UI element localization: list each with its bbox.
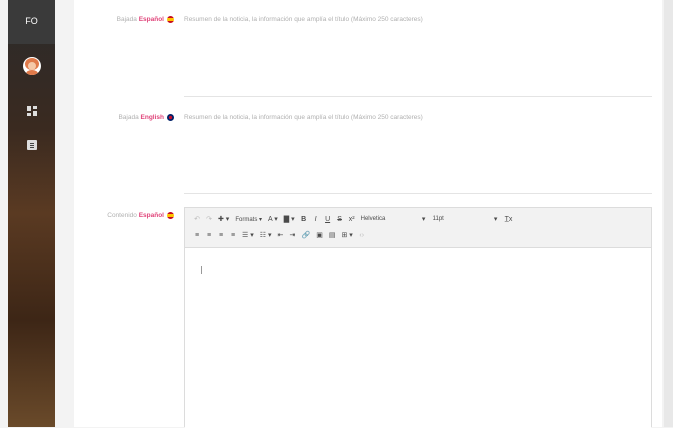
font-family-caret-icon[interactable]: ▾ [418,212,430,226]
form-panel: Bajada Español Resumen de la noticia, la… [74,0,662,428]
insert-button[interactable]: ✚ ▾ [215,212,232,226]
undo-button[interactable]: ↶ [191,212,203,226]
media-icon[interactable]: ▤ [326,228,339,242]
page-scrollbar[interactable] [664,0,673,427]
outdent-button[interactable]: ⇤ [274,228,286,242]
source-code-button[interactable]: ‹› [356,228,368,242]
sidebar: FO [8,0,55,427]
toolbar-row-2: ≡ ≡ ≡ ≡ ☰ ▾ ☷ ▾ ⇤ ⇥ 🔗 ▣ ▤ ⊞ ▾ ‹› [185,226,651,244]
document-icon[interactable] [27,140,37,150]
numbered-list-button[interactable]: ☷ ▾ [257,228,275,242]
field-label-bajada-es: Bajada Español [74,16,174,23]
redo-button[interactable]: ↷ [203,212,215,226]
text-color-button[interactable]: A ▾ [265,212,281,226]
link-icon[interactable]: 🔗 [298,228,313,242]
italic-button[interactable]: I [310,212,322,226]
bajada-en-textarea[interactable]: Resumen de la noticia, la información qu… [184,114,652,194]
font-size-caret-icon[interactable]: ▾ [490,212,502,226]
background-color-button[interactable]: ▇ ▾ [281,212,298,226]
field-label-bajada-en: Bajada English [74,114,174,121]
bajada-es-textarea[interactable]: Resumen de la noticia, la información qu… [184,16,652,97]
toolbar-row-1: ↶ ↷ ✚ ▾ Formats ▾ A ▾ ▇ ▾ B I U S x² Hel… [185,208,651,226]
spain-flag-icon [167,212,174,219]
bold-button[interactable]: B [298,212,310,226]
table-button[interactable]: ⊞ ▾ [338,228,355,242]
user-avatar[interactable] [23,57,41,75]
image-icon[interactable]: ▣ [313,228,326,242]
align-justify-button[interactable]: ≡ [227,228,239,242]
text-cursor [201,266,202,274]
align-right-button[interactable]: ≡ [215,228,227,242]
underline-button[interactable]: U [322,212,334,226]
field-label-contenido-es: Contenido Español [74,212,174,219]
dashboard-icon[interactable] [27,106,37,116]
user-initials[interactable]: FO [8,16,55,26]
editor-toolbar: ↶ ↷ ✚ ▾ Formats ▾ A ▾ ▇ ▾ B I U S x² Hel… [185,208,651,248]
rich-text-editor: ↶ ↷ ✚ ▾ Formats ▾ A ▾ ▇ ▾ B I U S x² Hel… [184,207,652,428]
font-size-select[interactable]: 11pt [430,212,490,226]
indent-button[interactable]: ⇥ [286,228,298,242]
align-left-button[interactable]: ≡ [191,228,203,242]
font-family-select[interactable]: Helvetica [358,212,418,226]
align-center-button[interactable]: ≡ [203,228,215,242]
superscript-button[interactable]: x² [346,212,358,226]
uk-flag-icon [167,114,174,121]
formats-dropdown[interactable]: Formats ▾ [232,212,265,226]
bullet-list-button[interactable]: ☰ ▾ [239,228,257,242]
strikethrough-button[interactable]: S [334,212,346,226]
clear-formatting-button[interactable]: T̲x [502,212,516,226]
editor-content-area[interactable] [185,248,651,428]
spain-flag-icon [167,16,174,23]
